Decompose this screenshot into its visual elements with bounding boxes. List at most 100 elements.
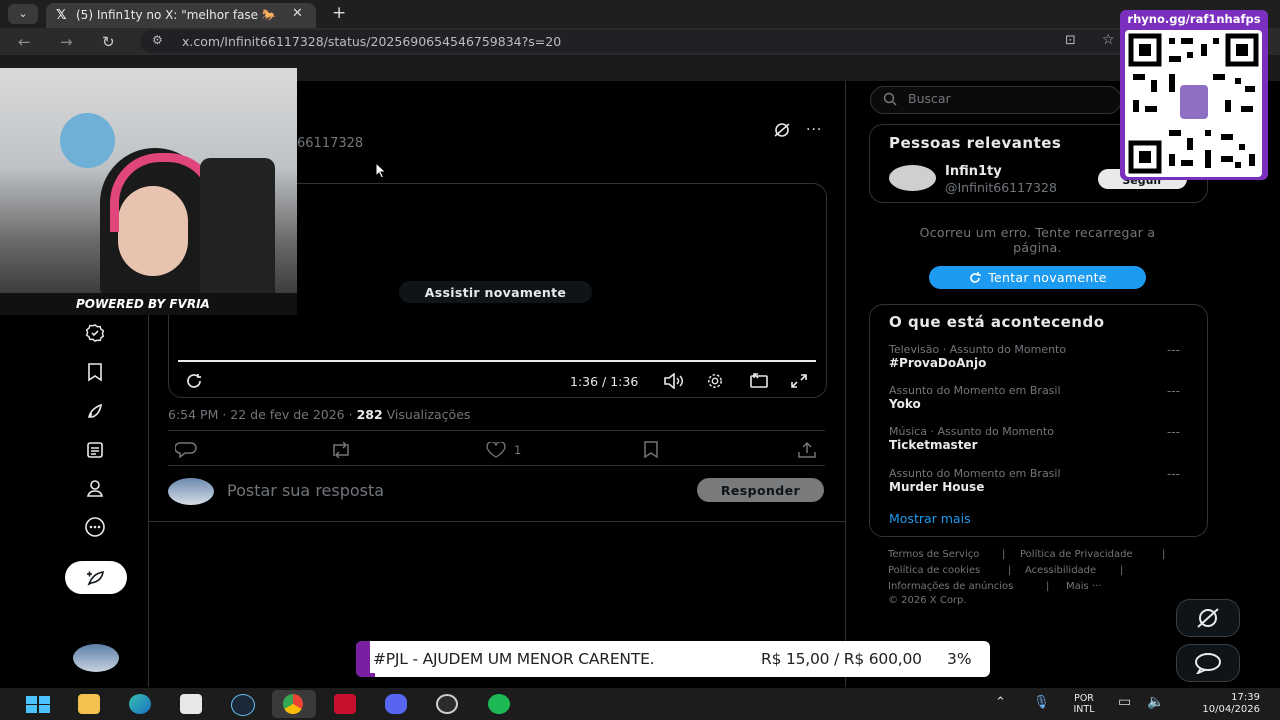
language-indicator[interactable]: POR INTL [1066,693,1102,715]
url-text: x.com/Infinit66117328/status/20256906545… [182,34,562,49]
tab-list-button[interactable]: ⌄ [8,4,38,24]
trend-category: Música · Assunto do Momento [889,425,1054,438]
footer-terms-link[interactable]: Termos de Serviço [888,549,979,560]
reply-icon[interactable] [175,442,197,458]
clock-time: 17:39 [1231,692,1260,703]
mouse-cursor-icon [375,162,387,179]
webcam-overlay: POWERED BY FVRIA [0,68,297,315]
reply-input[interactable]: Postar sua resposta [227,481,384,500]
trend-name: Ticketmaster [889,438,978,452]
donation-text: #PJL - AJUDEM UM MENOR CARENTE. [373,650,655,668]
footer-privacy-link[interactable]: Política de Privacidade [1020,549,1133,560]
like-icon[interactable] [485,442,507,458]
messages-floating-button[interactable] [1176,644,1240,682]
verified-icon[interactable] [80,318,110,348]
fullscreen-icon[interactable] [790,373,808,389]
error-message: Ocorreu um erro. Tente recarregar a pági… [919,225,1156,255]
browser-tab-active[interactable]: 𝕏 (5) Infin1ty no X: "melhor fase 🐎 ✕ [46,3,316,28]
video-replay-icon[interactable] [185,373,205,389]
profile-icon[interactable] [80,473,110,503]
trend-more-icon[interactable]: --- [1167,425,1180,439]
file-explorer-icon[interactable] [78,694,100,714]
spotify-icon[interactable] [488,694,510,714]
chrome-icon[interactable] [272,690,316,718]
trends-card: O que está acontecendo Televisão · Assun… [869,304,1208,537]
install-app-icon[interactable]: ⊡ [1065,33,1076,48]
discord-icon[interactable] [385,694,407,714]
rocket-icon[interactable] [80,396,110,426]
tray-chevron-icon[interactable]: ⌃ [995,695,1006,710]
search-input[interactable]: Buscar [870,86,1122,114]
bookmark-icon[interactable] [643,441,659,458]
footer-separator: | [1008,565,1012,576]
trend-item[interactable]: Assunto do Momento em Brasil Murder Hous… [889,467,1189,503]
site-info-icon[interactable]: ⚙ [152,33,163,47]
steam-icon[interactable] [231,694,255,716]
trend-more-icon[interactable]: --- [1167,343,1180,357]
obs-icon[interactable] [436,694,458,714]
footer-accessibility-link[interactable]: Acessibilidade [1025,565,1096,576]
replay-label: Assistir novamente [424,284,567,300]
trend-category: Televisão · Assunto do Momento [889,343,1067,356]
trend-item[interactable]: Música · Assunto do Momento Ticketmaster… [889,425,1189,461]
edge-icon[interactable] [129,694,151,714]
footer-ads-link[interactable]: Informações de anúncios [888,581,1013,592]
clock[interactable]: 17:39 10/04/2026 [1180,692,1260,716]
footer-separator: | [1120,565,1124,576]
bookmarks-icon[interactable] [80,357,110,387]
show-more-link[interactable]: Mostrar mais [889,511,971,526]
start-icon[interactable] [26,696,50,713]
back-icon[interactable]: ← [18,33,31,51]
account-avatar[interactable] [73,644,119,672]
person-name[interactable]: Infin1ty [945,164,1002,179]
reload-icon[interactable]: ↻ [102,33,115,51]
search-icon [883,92,897,106]
settings-gear-icon[interactable] [706,373,724,389]
views-count: 282 [356,407,383,422]
store-icon[interactable] [180,694,202,714]
speaker-icon[interactable]: 🔈 [1147,694,1164,710]
meta-divider [168,430,825,431]
picture-in-picture-icon[interactable] [749,373,769,389]
trend-name: #ProvaDoAnjo [889,356,987,370]
new-tab-icon[interactable]: + [332,3,346,23]
donation-accent-bar [356,641,370,677]
tweet-more-icon[interactable]: ··· [806,122,822,138]
webcam-chair [200,158,275,308]
footer-more-link[interactable]: Mais ··· [1066,581,1101,592]
replay-button[interactable]: Assistir novamente [399,281,592,303]
action-divider [168,465,825,466]
more-icon[interactable] [80,512,110,542]
grok-icon[interactable] [772,122,792,138]
trend-item[interactable]: Televisão · Assunto do Momento #ProvaDoA… [889,343,1189,379]
reply-submit-button[interactable]: Responder [697,478,824,502]
composer-divider [148,521,845,522]
qr-overlay: rhyno.gg/raf1nhafps [1120,10,1268,180]
address-bar[interactable]: ⚙ x.com/Infinit66117328/status/202569065… [140,30,1140,53]
person-avatar[interactable] [889,165,936,191]
clock-date: 10/04/2026 [1202,704,1260,715]
app-icon-red[interactable] [334,694,356,714]
articles-icon[interactable] [80,435,110,465]
compose-post-button[interactable] [65,561,127,594]
bookmark-star-icon[interactable]: ☆ [1102,32,1115,48]
footer-cookies-link[interactable]: Política de cookies [888,565,980,576]
grok-floating-button[interactable] [1176,599,1240,637]
network-icon[interactable]: ▭ [1118,694,1131,710]
microphone-icon[interactable]: 🎙 [1033,695,1050,710]
repost-icon[interactable] [329,442,353,458]
tab-close-icon[interactable]: ✕ [292,6,303,21]
retry-button[interactable]: Tentar novamente [929,266,1146,289]
trends-title: O que está acontecendo [889,313,1105,331]
volume-icon[interactable] [663,373,685,389]
forward-icon[interactable]: → [60,33,73,51]
reply-avatar [168,478,214,505]
trend-more-icon[interactable]: --- [1167,467,1180,481]
video-progress-bar[interactable] [178,360,816,362]
x-logo-icon: 𝕏 [56,8,67,23]
tweet-timestamp[interactable]: 6:54 PM · 22 de fev de 2026 · [168,407,353,422]
trend-more-icon[interactable]: --- [1167,384,1180,398]
trend-item[interactable]: Assunto do Momento em Brasil Yoko --- [889,384,1189,420]
share-icon[interactable] [797,441,817,458]
webcam-plush [60,113,115,168]
